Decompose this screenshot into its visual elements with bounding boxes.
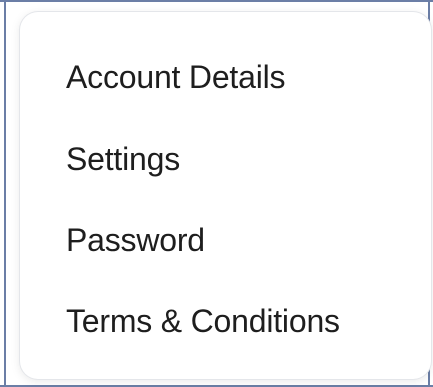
menu-item-password[interactable]: Password — [66, 220, 205, 260]
account-dropdown-menu: Account Details Settings Password Terms … — [20, 12, 431, 379]
menu-item-terms-conditions[interactable]: Terms & Conditions — [66, 301, 340, 341]
menu-item-settings[interactable]: Settings — [66, 139, 180, 179]
page-background: Account Details Settings Password Terms … — [0, 0, 433, 387]
menu-item-account-details[interactable]: Account Details — [66, 57, 286, 97]
background-border-left — [4, 0, 6, 387]
background-border-top — [0, 0, 433, 2]
